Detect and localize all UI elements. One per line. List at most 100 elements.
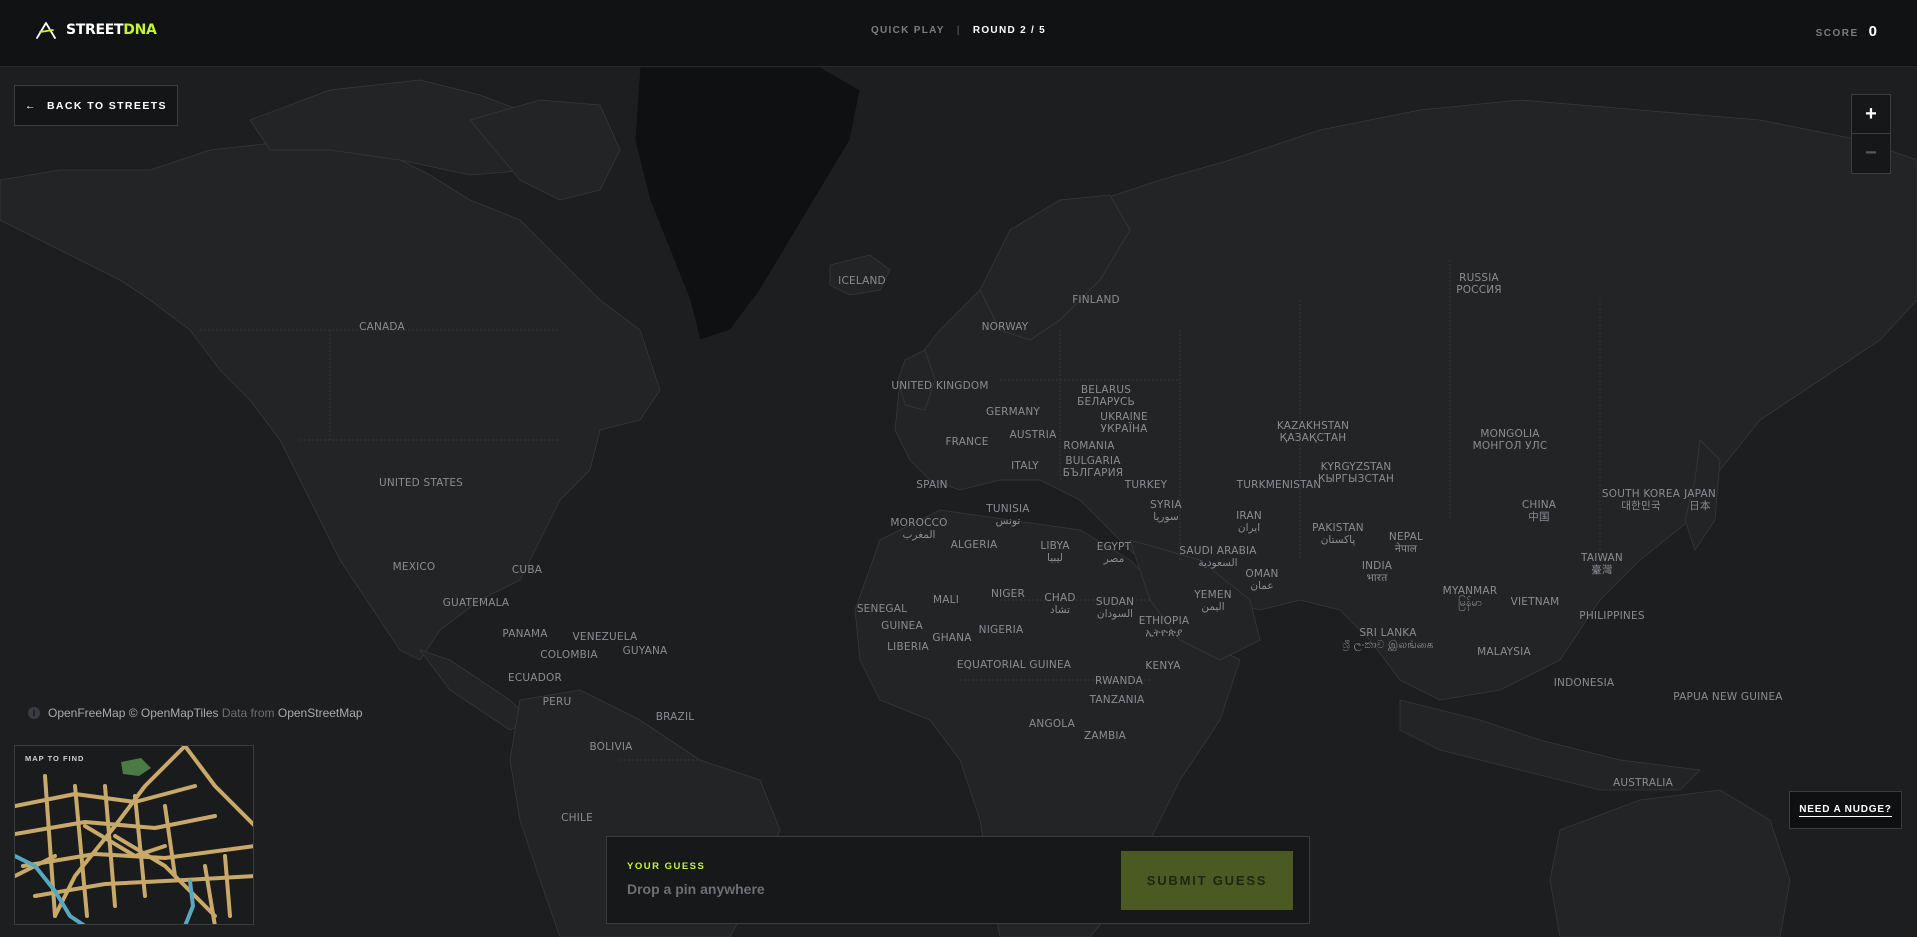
nudge-label: NEED A NUDGE?	[1799, 803, 1892, 817]
info-icon[interactable]: i	[28, 707, 40, 719]
label-equatorial-guinea: EQUATORIAL GUINEA	[956, 659, 1072, 671]
label-pakistan: PAKISTAN پاکستان	[1312, 522, 1364, 546]
label-kazakhstan: KAZAKHSTAN ҚАЗАҚСТАН	[1276, 420, 1350, 444]
label-china: CHINA 中国	[1521, 499, 1557, 523]
label-papua-new-guinea: PAPUA NEW GUINEA	[1673, 691, 1783, 703]
label-nepal: NEPAL नेपाल	[1388, 531, 1424, 555]
openmaptiles-link[interactable]: OpenMapTiles	[141, 706, 219, 720]
openstreetmap-link[interactable]: OpenStreetMap	[278, 706, 363, 720]
openfreemap-link[interactable]: OpenFreeMap	[48, 706, 125, 720]
label-germany: GERMANY	[986, 406, 1040, 418]
label-sudan: SUDAN السودان	[1095, 596, 1135, 620]
zoom-out-button[interactable]: −	[1851, 134, 1891, 174]
label-panama: PANAMA	[502, 628, 548, 640]
target-street-minimap[interactable]: MAP TO FIND	[14, 745, 254, 925]
label-bolivia: BOLIVIA	[589, 741, 633, 753]
score: SCORE 0	[1816, 23, 1877, 40]
map-attribution: i OpenFreeMap © OpenMapTiles Data from O…	[28, 706, 363, 720]
back-to-streets-button[interactable]: ← BACK TO STREETS	[14, 85, 178, 126]
label-mali: MALI	[933, 594, 959, 606]
label-nigeria: NIGERIA	[978, 624, 1024, 636]
label-yemen: YEMEN اليمن	[1194, 589, 1232, 613]
label-indonesia: INDONESIA	[1553, 677, 1615, 689]
label-russia: RUSSIA РОССИЯ	[1456, 272, 1502, 296]
label-vietnam: VIETNAM	[1510, 596, 1560, 608]
label-turkey: TURKEY	[1124, 479, 1168, 491]
label-iran: IRAN ایران	[1236, 510, 1262, 534]
label-morocco: MOROCCO المغرب	[890, 517, 948, 541]
park-area	[121, 758, 151, 776]
label-senegal: SENEGAL	[856, 603, 908, 615]
label-ghana: GHANA	[932, 632, 972, 644]
greenland-landmass	[634, 67, 861, 341]
guess-hint: Drop a pin anywhere	[627, 881, 765, 897]
label-syria: SYRIA سوريا	[1150, 499, 1182, 523]
label-norway: NORWAY	[981, 321, 1029, 333]
zoom-in-button[interactable]: +	[1851, 94, 1891, 134]
label-malaysia: MALAYSIA	[1477, 646, 1531, 658]
australia-landmass	[1549, 789, 1791, 937]
guess-panel: YOUR GUESS Drop a pin anywhere SUBMIT GU…	[606, 836, 1310, 924]
guess-label: YOUR GUESS	[627, 861, 706, 872]
label-tunisia: TUNISIA تونس	[986, 503, 1030, 527]
label-spain: SPAIN	[916, 479, 948, 491]
label-egypt: EGYPT مصر	[1096, 541, 1132, 565]
label-finland: FINLAND	[1072, 294, 1120, 306]
minimap-label: MAP TO FIND	[25, 754, 85, 763]
label-ukraine: UKRAINE УКРАЇНА	[1100, 411, 1148, 435]
round-counter: ROUND 2 / 5	[972, 25, 1047, 36]
label-algeria: ALGERIA	[950, 539, 998, 551]
label-saudi-arabia: SAUDI ARABIA السعودية	[1179, 545, 1257, 569]
label-colombia: COLOMBIA	[540, 649, 598, 661]
label-mexico: MEXICO	[392, 561, 436, 573]
label-zambia: ZAMBIA	[1083, 730, 1127, 742]
label-chad: CHAD تشاد	[1044, 592, 1076, 616]
label-peru: PERU	[542, 696, 572, 708]
score-value: 0	[1868, 23, 1877, 40]
label-japan: JAPAN 日本	[1684, 488, 1716, 512]
label-sri-lanka: SRI LANKA ශ්‍රී ලංකාව இலங்கை	[1342, 627, 1434, 651]
label-turkmenistan: TURKMENISTAN	[1236, 479, 1322, 491]
score-label: SCORE	[1815, 28, 1859, 39]
game-mode: QUICK PLAY	[870, 25, 945, 36]
label-angola: ANGOLA	[1029, 718, 1075, 730]
label-taiwan: TAIWAN 臺灣	[1581, 552, 1623, 576]
label-guatemala: GUATEMALA	[442, 597, 510, 609]
label-ecuador: ECUADOR	[508, 672, 562, 684]
label-ethiopia: ETHIOPIA ኢትዮጵያ	[1138, 615, 1190, 639]
arrow-left-icon: ←	[25, 99, 37, 112]
submit-guess-button[interactable]: SUBMIT GUESS	[1121, 851, 1293, 910]
label-mongolia: MONGOLIA МОНГОЛ УЛС	[1472, 428, 1548, 452]
label-italy: ITALY	[1011, 460, 1039, 472]
label-iceland: ICELAND	[838, 275, 886, 287]
label-philippines: PHILIPPINES	[1579, 610, 1645, 622]
label-oman: OMAN عمان	[1245, 568, 1279, 592]
label-liberia: LIBERIA	[887, 641, 929, 653]
label-guyana: GUYANA	[622, 645, 668, 657]
label-australia: AUSTRALIA	[1613, 777, 1673, 789]
label-romania: ROMANIA	[1063, 440, 1115, 452]
label-south-korea: SOUTH KOREA 대한민국	[1601, 488, 1681, 512]
label-myanmar: MYANMAR မြန်မာ	[1442, 585, 1498, 609]
label-libya: LIBYA ليبيا	[1040, 540, 1070, 564]
label-france: FRANCE	[945, 436, 989, 448]
label-bulgaria: BULGARIA БЪЛГАРИЯ	[1062, 455, 1124, 479]
label-india: INDIA भारत	[1361, 560, 1393, 584]
top-bar: STREETDNA QUICK PLAY | ROUND 2 / 5 SCORE 0	[0, 0, 1917, 67]
label-niger: NIGER	[990, 588, 1026, 600]
label-austria: AUSTRIA	[1009, 429, 1057, 441]
round-indicator: QUICK PLAY | ROUND 2 / 5	[0, 25, 1917, 36]
label-united-kingdom: UNITED KINGDOM	[891, 380, 989, 392]
label-venezuela: VENEZUELA	[572, 631, 638, 643]
label-kenya: KENYA	[1145, 660, 1181, 672]
label-united-states: UNITED STATES	[378, 477, 464, 489]
label-cuba: CUBA	[511, 564, 543, 576]
label-belarus: BELARUS БЕЛАРУСЬ	[1077, 384, 1135, 408]
zoom-controls: + −	[1851, 94, 1891, 174]
back-button-label: BACK TO STREETS	[46, 99, 167, 112]
need-a-nudge-button[interactable]: NEED A NUDGE?	[1789, 791, 1902, 829]
label-chile: CHILE	[561, 812, 593, 824]
street-network-map	[15, 746, 253, 924]
label-kyrgyzstan: KYRGYZSTAN КЫРГЫЗСТАН	[1317, 461, 1395, 485]
world-map[interactable]: ICELAND FINLAND RUSSIA РОССИЯ CANADA NORW…	[0, 67, 1917, 937]
